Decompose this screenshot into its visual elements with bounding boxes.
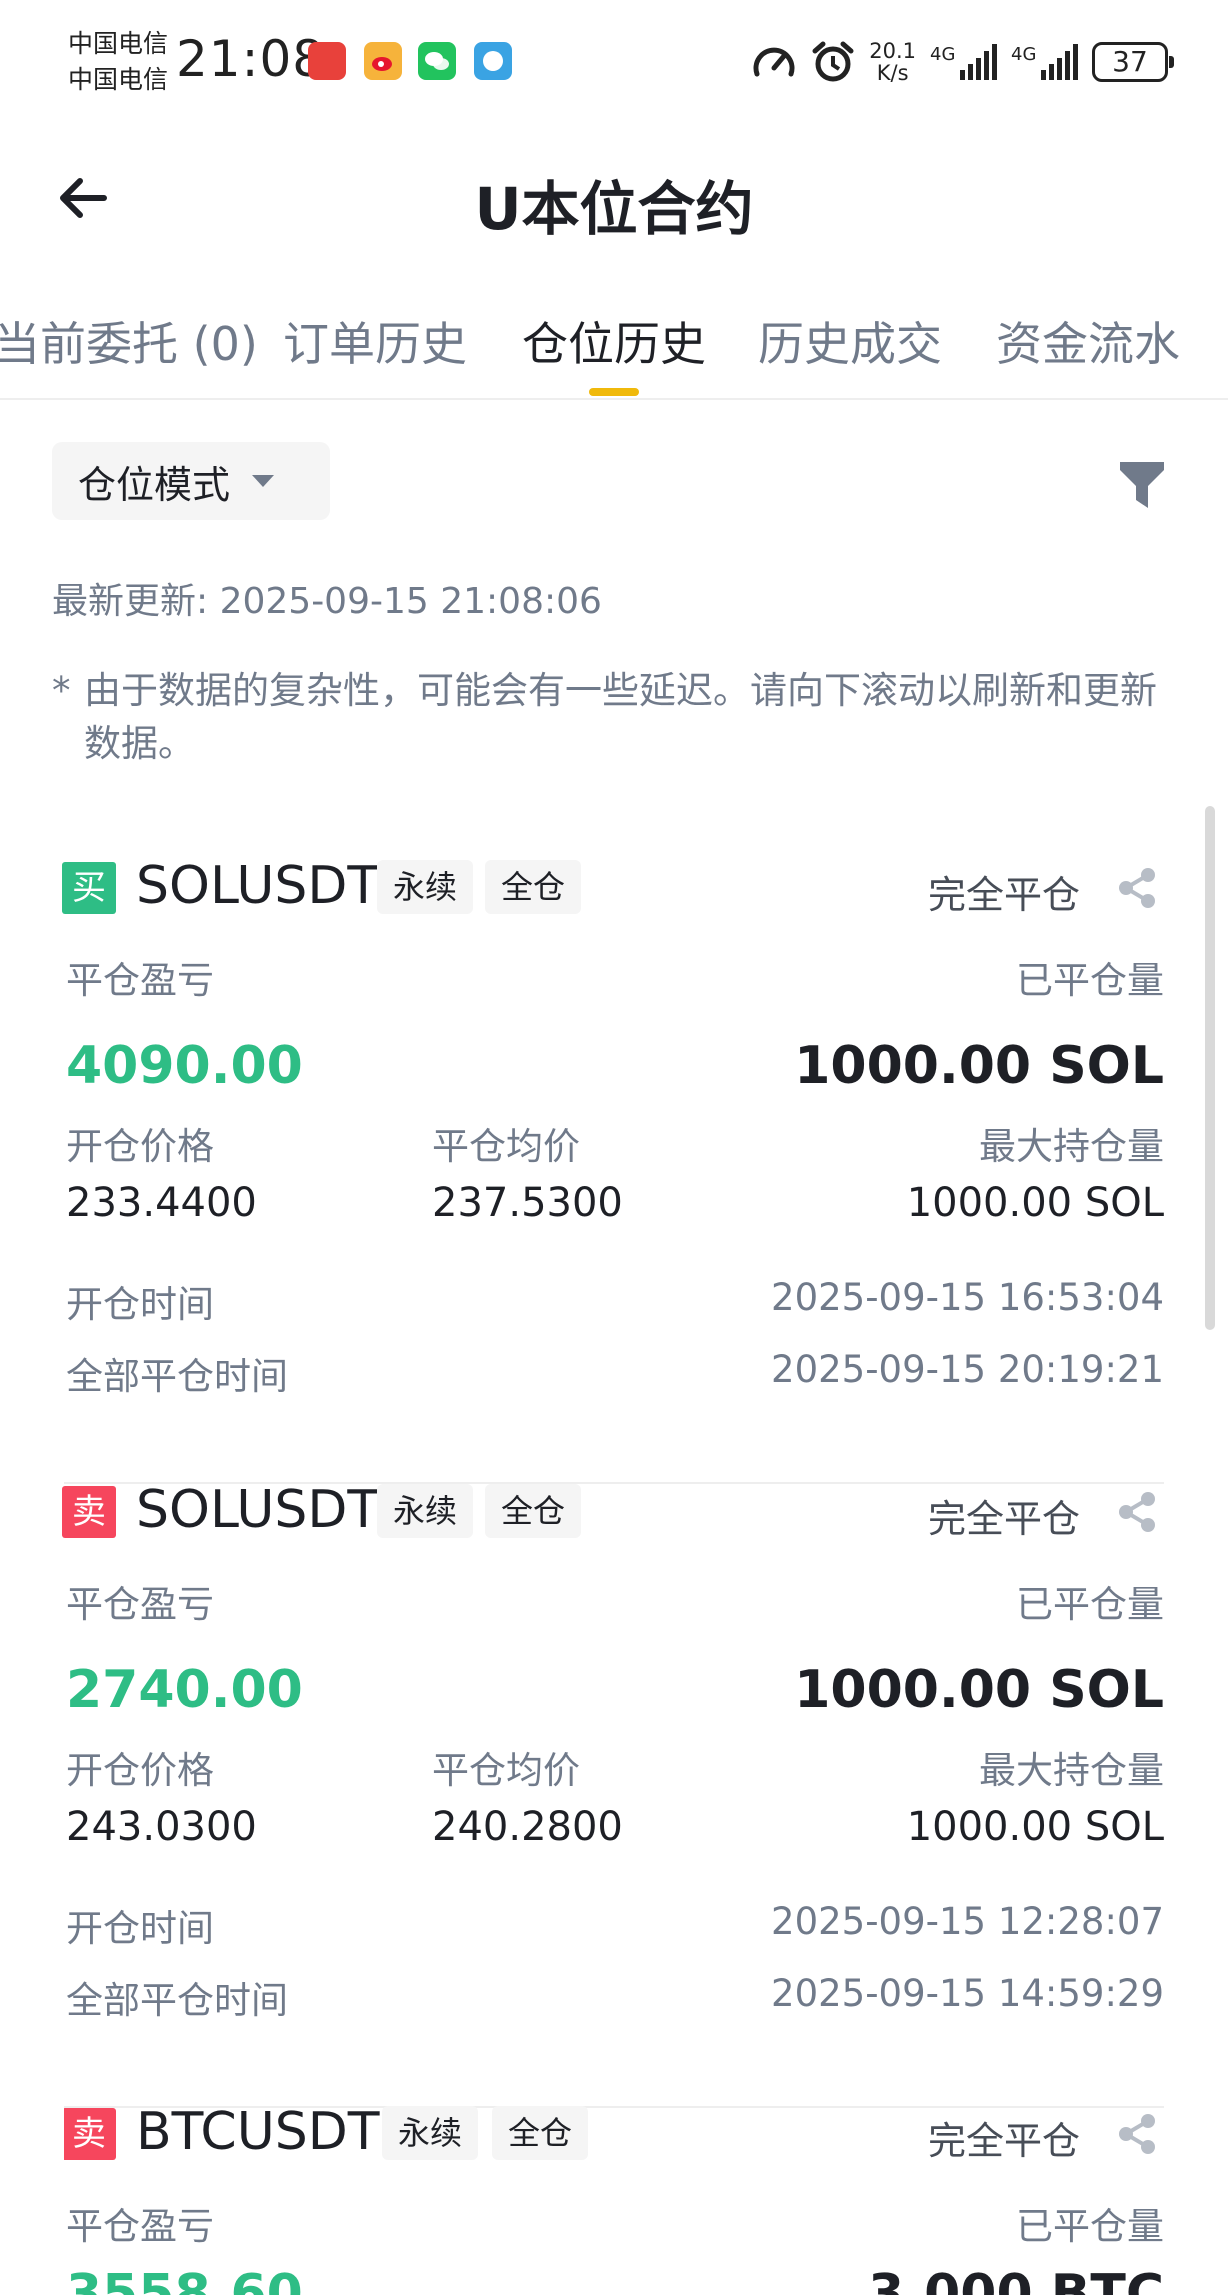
side-badge-buy: 买 [62, 862, 116, 914]
carrier-names: 中国电信 中国电信 [68, 26, 168, 98]
tab-position-history[interactable]: 仓位历史 [522, 308, 706, 374]
tab-bar: 当前委托 (0) 订单历史 仓位历史 历史成交 资金流水 [0, 298, 1228, 400]
position-status: 完全平仓 [927, 873, 1080, 917]
share-icon[interactable] [1116, 1490, 1158, 1534]
signal-2-icon: 4G [1011, 44, 1078, 80]
battery-icon: 37 [1092, 42, 1174, 82]
margin-mode-tag: 全仓 [485, 860, 582, 914]
position-mode-dropdown[interactable]: 仓位模式 [52, 442, 330, 520]
close-avg-price-label: 平仓均价 [432, 1125, 580, 1168]
max-position-value: 1000.00 SOL [906, 1804, 1164, 1850]
filter-icon[interactable] [1118, 458, 1166, 510]
open-price-value: 243.0300 [66, 1804, 257, 1850]
notice-asterisk: * [52, 669, 71, 712]
page-title: U本位合约 [474, 175, 754, 243]
closed-qty-value: 1000.00 SOL [794, 1036, 1164, 1096]
closed-qty-value: 1000.00 SOL [794, 1660, 1164, 1720]
active-tab-indicator [589, 388, 639, 396]
perpetual-tag: 永续 [382, 2106, 479, 2160]
pnl-value: 3558.60 [66, 2264, 303, 2295]
network-speed: 20.1 K/s [869, 40, 916, 84]
speedometer-icon [753, 47, 795, 77]
pnl-value: 4090.00 [66, 1036, 303, 1096]
huawei-store-icon [308, 42, 346, 80]
carrier-1: 中国电信 [68, 29, 169, 58]
tab-trade-history[interactable]: 历史成交 [758, 308, 942, 374]
status-bar: 中国电信 中国电信 21:08 20.1 K/s 4G 4G 37 [0, 0, 1228, 120]
net-speed-unit: K/s [876, 61, 909, 85]
open-time-value: 2025-09-15 16:53:04 [771, 1276, 1164, 1319]
side-badge-sell: 卖 [64, 2108, 116, 2160]
share-icon[interactable] [1116, 2112, 1158, 2156]
delay-notice: * 由于数据的复杂性，可能会有一些延迟。请向下滚动以刷新和更新数据。 [52, 664, 1162, 770]
position-mode-label: 仓位模式 [78, 462, 231, 507]
app-icon [474, 42, 512, 80]
close-time-value: 2025-09-15 14:59:29 [771, 1972, 1164, 2015]
notice-text: 由于数据的复杂性，可能会有一些延迟。请向下滚动以刷新和更新数据。 [84, 669, 1157, 765]
closed-qty-value: 3.000 BTC [868, 2264, 1164, 2295]
pnl-label: 平仓盈亏 [66, 959, 214, 1002]
net-speed-value: 20.1 [869, 39, 916, 63]
open-time-value: 2025-09-15 12:28:07 [771, 1900, 1164, 1943]
close-avg-price-value: 240.2800 [432, 1804, 623, 1850]
closed-qty-label: 已平仓量 [1016, 959, 1164, 1002]
position-status: 完全平仓 [927, 2119, 1080, 2163]
margin-mode-tag: 全仓 [492, 2106, 589, 2160]
margin-mode-tag: 全仓 [485, 1484, 582, 1538]
position-status: 完全平仓 [927, 1497, 1080, 1541]
position-card-header: 卖 BTCUSDT 永续 全仓 完全平仓 [64, 2104, 1164, 2163]
tab-order-history[interactable]: 订单历史 [283, 308, 467, 374]
close-avg-price-value: 237.5300 [432, 1180, 623, 1226]
open-price-value: 233.4400 [66, 1180, 257, 1226]
carrier-2: 中国电信 [68, 65, 169, 94]
pnl-value: 2740.00 [66, 1660, 303, 1720]
open-price-label: 开仓价格 [66, 1749, 214, 1792]
status-indicators: 20.1 K/s 4G 4G 37 [751, 36, 1174, 88]
open-time-label: 开仓时间 [66, 1907, 214, 1950]
share-icon[interactable] [1116, 866, 1158, 910]
perpetual-tag: 永续 [377, 1484, 474, 1538]
pnl-label: 平仓盈亏 [66, 2205, 214, 2248]
closed-qty-label: 已平仓量 [1016, 1583, 1164, 1626]
position-card[interactable]: 买 SOLUSDT 永续 全仓 完全平仓 平仓盈亏 已平仓量 4090.00 1… [62, 856, 1164, 1484]
perpetual-tag: 永续 [377, 860, 474, 914]
position-card[interactable]: 卖 BTCUSDT 永续 全仓 完全平仓 平仓盈亏 已平仓量 3558.60 3… [64, 2104, 1164, 2295]
position-card-header: 买 SOLUSDT 永续 全仓 完全平仓 [62, 856, 1164, 917]
close-time-label: 全部平仓时间 [66, 1355, 288, 1398]
max-position-label: 最大持仓量 [979, 1125, 1164, 1168]
last-updated: 最新更新: 2025-09-15 21:08:06 [52, 581, 602, 622]
position-symbol: SOLUSDT [136, 1480, 380, 1540]
close-avg-price-label: 平仓均价 [432, 1749, 580, 1792]
close-time-label: 全部平仓时间 [66, 1979, 288, 2022]
closed-qty-label: 已平仓量 [1016, 2205, 1164, 2248]
caret-down-icon [252, 475, 275, 487]
position-card-header: 卖 SOLUSDT 永续 全仓 完全平仓 [62, 1480, 1164, 1541]
scrollbar[interactable] [1205, 806, 1215, 1330]
signal-1-label: 4G [930, 44, 956, 65]
status-time: 21:08 [176, 30, 326, 88]
open-price-label: 开仓价格 [66, 1125, 214, 1168]
position-card[interactable]: 卖 SOLUSDT 永续 全仓 完全平仓 平仓盈亏 已平仓量 2740.00 1… [62, 1480, 1164, 2108]
max-position-label: 最大持仓量 [979, 1749, 1164, 1792]
open-time-label: 开仓时间 [66, 1283, 214, 1326]
signal-1-icon: 4G [930, 44, 997, 80]
side-badge-sell: 卖 [62, 1486, 116, 1538]
signal-2-label: 4G [1011, 44, 1037, 65]
tab-open-orders[interactable]: 当前委托 (0) [0, 308, 258, 374]
tab-transaction-history[interactable]: 资金流水 [996, 308, 1180, 374]
position-symbol: SOLUSDT [136, 856, 380, 916]
position-symbol: BTCUSDT [136, 2104, 380, 2162]
wechat-icon [418, 42, 456, 80]
close-time-value: 2025-09-15 20:19:21 [771, 1348, 1164, 1391]
weibo-icon [364, 42, 402, 80]
pnl-label: 平仓盈亏 [66, 1583, 214, 1626]
max-position-value: 1000.00 SOL [906, 1180, 1164, 1226]
alarm-icon [812, 41, 854, 82]
